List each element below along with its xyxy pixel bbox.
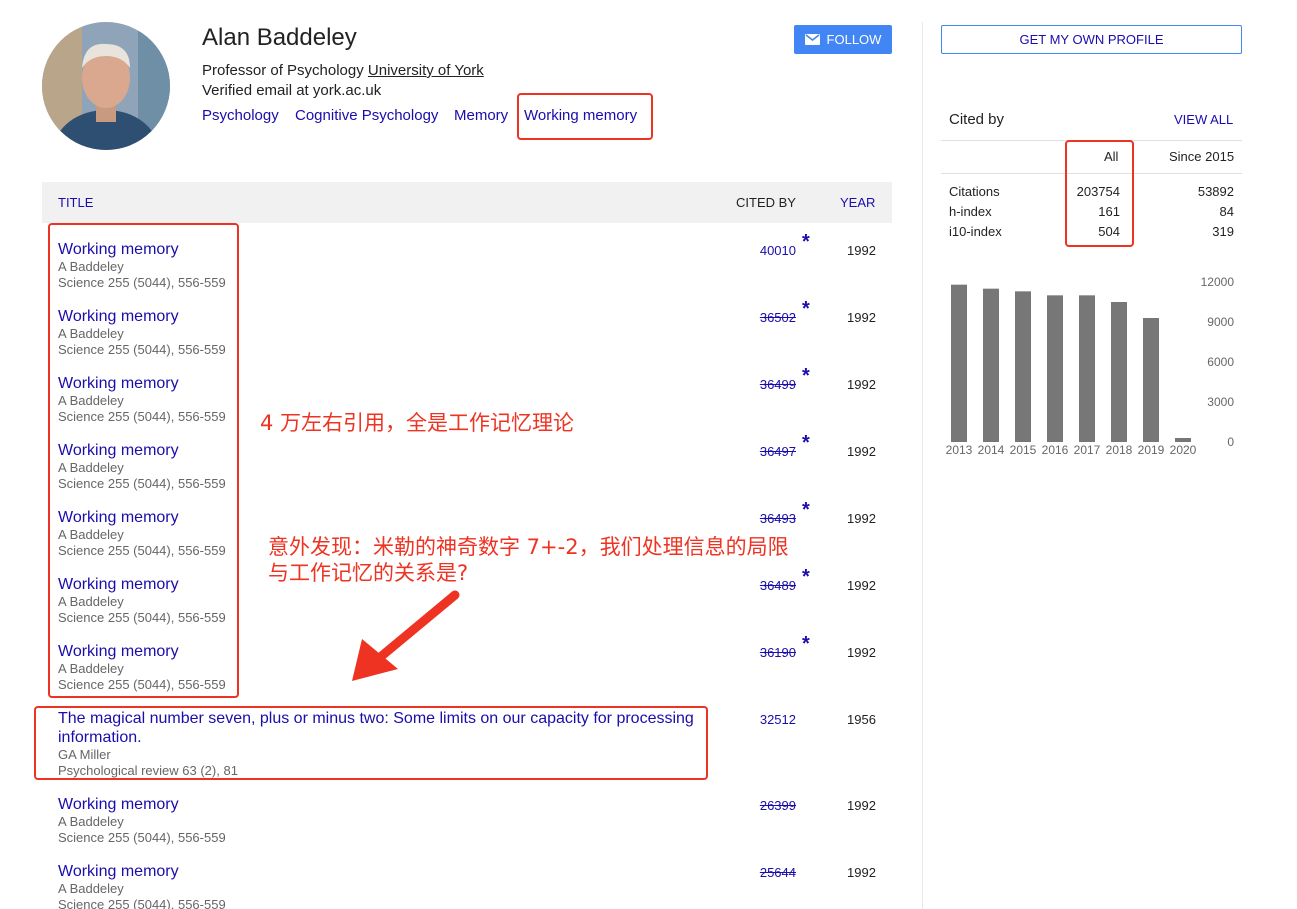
metric-label-i10-index: i10-index: [949, 224, 1002, 239]
article-year: 1956: [847, 712, 876, 727]
metric-since-i10-index: 319: [1212, 224, 1234, 239]
x-tick-label: 2016: [1042, 443, 1069, 457]
interest-tag-memory[interactable]: Memory: [454, 107, 508, 124]
y-tick-label: 12000: [1201, 275, 1235, 289]
highlight-working-memory-group: [48, 223, 239, 698]
chart-bar-2013[interactable]: [951, 284, 967, 442]
x-tick-label: 2015: [1010, 443, 1037, 457]
red-arrow-icon: [352, 590, 460, 681]
article-cited-by-count[interactable]: 25644: [760, 865, 796, 880]
article-year: 1992: [847, 865, 876, 880]
metric-label-citations: Citations: [949, 184, 1000, 199]
merged-citations-star-icon[interactable]: *: [802, 298, 810, 321]
profile-photo: [42, 22, 170, 150]
x-tick-label: 2017: [1074, 443, 1101, 457]
sort-by-year[interactable]: YEAR: [840, 195, 875, 210]
x-tick-label: 2018: [1106, 443, 1133, 457]
highlight-working-memory-tag: [517, 93, 653, 140]
profile-name: Alan Baddeley: [202, 24, 357, 51]
view-all-link[interactable]: VIEW ALL: [1174, 112, 1233, 127]
article-cited-by-count[interactable]: 36497: [760, 444, 796, 459]
annotation-note-miller-line1: 意外发现：米勒的神奇数字 7+-2，我们处理信息的局限: [268, 535, 789, 559]
merged-citations-star-icon[interactable]: *: [802, 633, 810, 656]
follow-label: FOLLOW: [826, 32, 882, 47]
article-cited-by-count[interactable]: 36499: [760, 377, 796, 392]
article-publication: Science 255 (5044), 556-559: [58, 897, 226, 909]
profile-affiliation: Professor of Psychology University of Yo…: [202, 62, 484, 79]
article-publication: Science 255 (5044), 556-559: [58, 830, 226, 845]
article-year: 1992: [847, 578, 876, 593]
article-year: 1992: [847, 511, 876, 526]
cited-by-title: Cited by: [949, 111, 1005, 128]
chart-bar-2018[interactable]: [1111, 302, 1127, 442]
article-year: 1992: [847, 377, 876, 392]
interest-tag-psychology[interactable]: Psychology: [202, 107, 279, 124]
chart-bar-2016[interactable]: [1047, 295, 1063, 442]
article-cited-by-count[interactable]: 32512: [760, 712, 796, 727]
article-cited-by-count[interactable]: 26399: [760, 798, 796, 813]
chart-bar-2017[interactable]: [1079, 295, 1095, 442]
highlight-miller-paper: [34, 706, 708, 780]
article-cited-by-count[interactable]: 36489: [760, 578, 796, 593]
article-year: 1992: [847, 645, 876, 660]
merged-citations-star-icon[interactable]: *: [802, 499, 810, 522]
follow-button[interactable]: FOLLOW: [794, 25, 892, 54]
column-divider: [922, 22, 923, 909]
merged-citations-star-icon[interactable]: *: [802, 432, 810, 455]
articles-table-header: TITLE CITED BY YEAR: [42, 182, 892, 223]
metric-label-h-index: h-index: [949, 204, 992, 219]
article-cited-by-count[interactable]: 40010: [760, 243, 796, 258]
get-my-own-profile-button[interactable]: GET MY OWN PROFILE: [941, 25, 1242, 54]
y-tick-label: 9000: [1207, 315, 1234, 329]
highlight-all-column: [1065, 140, 1134, 247]
article-year: 1992: [847, 243, 876, 258]
chart-bar-2014[interactable]: [983, 288, 999, 442]
article-cited-by-count[interactable]: 36190: [760, 645, 796, 660]
article-year: 1992: [847, 798, 876, 813]
profile-photo-image: [42, 22, 170, 150]
y-tick-label: 0: [1227, 435, 1234, 449]
metric-since-h-index: 84: [1219, 204, 1234, 219]
cited-by-header: CITED BY: [736, 195, 796, 210]
chart-bar-2015[interactable]: [1015, 291, 1031, 442]
chart-bar-2019[interactable]: [1143, 318, 1159, 442]
merged-citations-star-icon[interactable]: *: [802, 566, 810, 589]
merged-citations-star-icon[interactable]: *: [802, 365, 810, 388]
x-tick-label: 2013: [946, 443, 973, 457]
mail-icon: [804, 34, 820, 45]
chart-bar-2020[interactable]: [1175, 438, 1191, 442]
article-year: 1992: [847, 310, 876, 325]
article-authors: A Baddeley: [58, 881, 124, 896]
x-tick-label: 2019: [1138, 443, 1165, 457]
article-cited-by-count[interactable]: 36502: [760, 310, 796, 325]
interest-tag-cognitive-psychology[interactable]: Cognitive Psychology: [295, 107, 438, 124]
article-cited-by-count[interactable]: 36493: [760, 511, 796, 526]
column-since-2015-header: Since 2015: [1169, 149, 1235, 164]
affiliation-title: Professor of Psychology: [202, 62, 368, 79]
x-tick-label: 2014: [978, 443, 1005, 457]
metric-since-citations: 53892: [1197, 184, 1234, 199]
article-authors: A Baddeley: [58, 814, 124, 829]
merged-citations-star-icon[interactable]: *: [802, 231, 810, 254]
article-year: 1992: [847, 444, 876, 459]
article-title-link[interactable]: Working memory: [58, 795, 708, 814]
university-link[interactable]: University of York: [368, 62, 484, 79]
y-tick-label: 3000: [1207, 395, 1234, 409]
annotation-note-miller-line2: 与工作记忆的关系是?: [268, 561, 469, 585]
y-tick-label: 6000: [1207, 355, 1234, 369]
article-title-link[interactable]: Working memory: [58, 862, 708, 881]
verified-email: Verified email at york.ac.uk: [202, 82, 382, 99]
x-tick-label: 2020: [1170, 443, 1197, 457]
annotation-note-citations: 4 万左右引用，全是工作记忆理论: [260, 411, 575, 435]
citations-per-year-chart: 2013 2014 2015 2016 2017 2018 2019 2020 12000 900…: [946, 275, 1235, 457]
sort-by-title[interactable]: TITLE: [58, 195, 93, 210]
